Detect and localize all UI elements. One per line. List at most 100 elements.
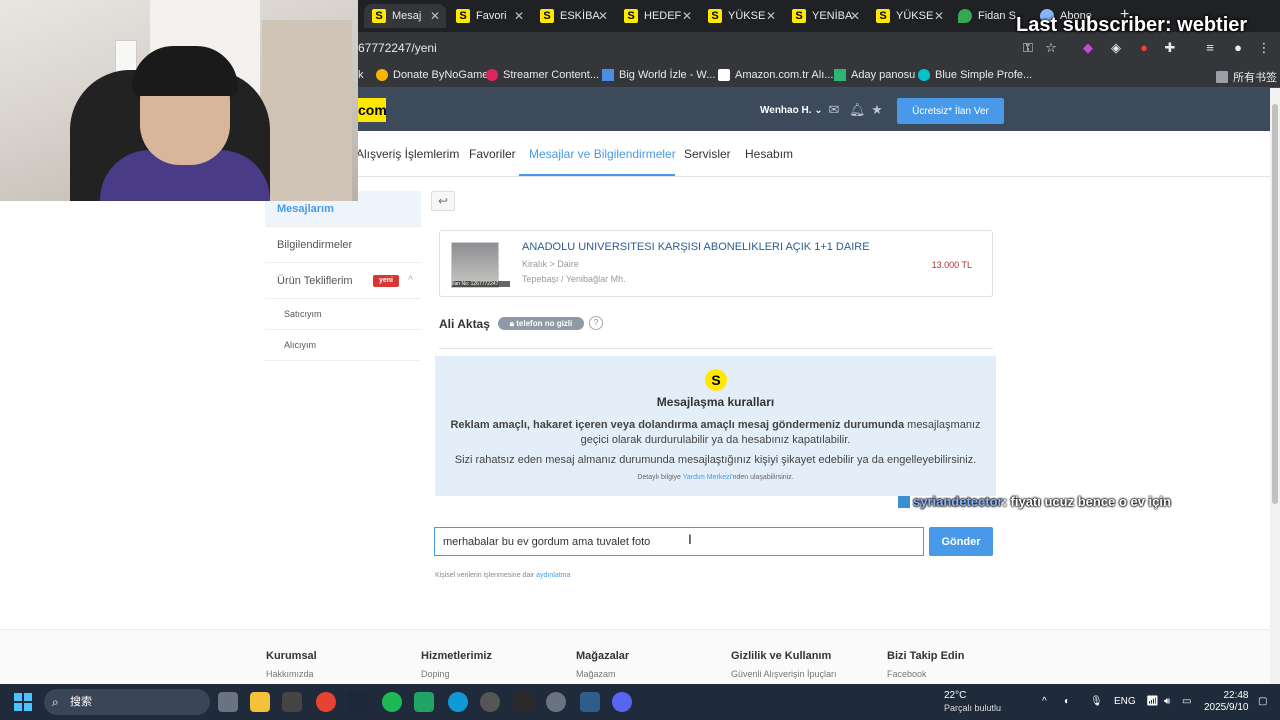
footer-link[interactable]: Facebook — [887, 669, 964, 679]
tab-listing[interactable]: S ESKİBA ✕ — [532, 4, 614, 28]
notification-icon[interactable]: ▢ — [1258, 696, 1267, 707]
listing-card[interactable]: İlan No: 1267772247 ANADOLU UNIVERSITESI… — [439, 230, 993, 297]
tab-listing[interactable]: S YENİBA ✕ — [784, 4, 866, 28]
footer-link[interactable]: Güvenli Alışverişin İpuçları — [731, 669, 837, 679]
nav-account[interactable]: Hesabım — [745, 147, 793, 161]
app-icon[interactable] — [580, 692, 600, 712]
language-indicator[interactable]: ENG — [1114, 696, 1136, 707]
bookmark-item[interactable]: k — [358, 69, 364, 81]
tab-favorites[interactable]: S Favori ✕ — [448, 4, 530, 28]
task-view-icon[interactable] — [218, 692, 238, 712]
close-icon[interactable]: ✕ — [598, 9, 608, 23]
discord-icon[interactable] — [612, 692, 632, 712]
windows-start-icon[interactable] — [14, 693, 32, 711]
chevron-up-icon[interactable]: ^ — [408, 263, 413, 299]
footer-link[interactable]: Doping — [421, 669, 492, 679]
nav-services[interactable]: Servisler — [684, 147, 731, 161]
rules-paragraph: Sizi rahatsız eden mesaj almanız durumun… — [454, 454, 977, 466]
bookmark-item[interactable]: Big World İzle - W... — [602, 69, 715, 81]
footer-link[interactable]: Mağazam — [576, 669, 629, 679]
close-icon[interactable]: ✕ — [514, 9, 524, 23]
message-input[interactable] — [434, 527, 924, 556]
chevron-up-icon[interactable]: ^ — [1042, 696, 1047, 707]
privacy-note: Kişisel verilerin işlenmesine dair aydın… — [435, 572, 571, 579]
tab-listing[interactable]: S YÜKSE ✕ — [700, 4, 782, 28]
bynogame-icon — [376, 69, 388, 81]
extension-icon[interactable]: ◆ — [1080, 40, 1096, 56]
tab-label: Fidan S — [978, 10, 1016, 22]
all-bookmarks[interactable]: 所有书签 — [1216, 69, 1277, 85]
settings-gear-icon[interactable] — [546, 692, 566, 712]
sidebar-subitem-buyer[interactable]: Alıcıyım — [265, 330, 421, 361]
bookmark-star-icon[interactable]: ☆ — [1043, 40, 1059, 56]
close-icon[interactable]: ✕ — [430, 9, 440, 23]
send-button[interactable]: Gönder — [929, 527, 993, 556]
site-logo[interactable]: com — [358, 98, 387, 122]
sidebar-subitem-seller[interactable]: Satıcıyım — [265, 299, 421, 330]
sahibinden-icon: S — [708, 9, 722, 23]
extension-icon[interactable]: ● — [1136, 40, 1152, 56]
bookmark-item[interactable]: Aday panosu — [834, 69, 915, 81]
weather-widget[interactable]: 22°C Parçalı bulutlu — [944, 690, 1001, 715]
app-icon[interactable] — [480, 692, 500, 712]
tab-listing[interactable]: S YÜKSE ✕ — [868, 4, 950, 28]
bell-icon[interactable]: 🔔︎ — [849, 103, 866, 117]
sidebar-item-notifications[interactable]: Bilgilendirmeler — [265, 227, 421, 263]
app-icon[interactable] — [282, 692, 302, 712]
listing-thumbnail[interactable]: İlan No: 1267772247 — [451, 242, 510, 288]
puzzle-icon[interactable]: ✚ — [1162, 40, 1178, 56]
nav-shopping[interactable]: Alışveriş İşlemlerim — [356, 147, 459, 161]
tab-messages[interactable]: S Mesaj ✕ — [364, 4, 446, 28]
battery-icon[interactable]: ▭ — [1182, 696, 1191, 707]
chrome-icon[interactable] — [316, 692, 336, 712]
microphone-icon[interactable]: 🎙︎ — [1090, 696, 1103, 707]
help-center-link[interactable]: Yardım Merkezi — [683, 474, 732, 481]
user-menu[interactable]: Wenhao H. ⌄ — [760, 105, 823, 116]
close-icon[interactable]: ✕ — [682, 9, 692, 23]
close-icon[interactable]: ✕ — [934, 9, 944, 23]
nav-favorites[interactable]: Favoriler — [469, 147, 516, 161]
bookmark-item[interactable]: Amazon.com.tr Alı... — [718, 69, 833, 81]
star-icon[interactable]: ★ — [870, 103, 884, 117]
scrollbar-thumb[interactable] — [1272, 104, 1278, 504]
sidebar-item-offers[interactable]: Ürün Tekliflerim yeni ^ — [265, 263, 421, 299]
menu-icon[interactable]: ⋮ — [1256, 40, 1272, 56]
steam-icon[interactable] — [348, 692, 368, 712]
listing-title[interactable]: ANADOLU UNIVERSITESI KARŞISI ABONELIKLER… — [522, 241, 870, 253]
close-icon[interactable]: ✕ — [766, 9, 776, 23]
password-key-icon[interactable]: ⚿ — [1020, 40, 1036, 56]
close-icon[interactable]: ✕ — [850, 9, 860, 23]
spreadsheet-icon[interactable] — [414, 692, 434, 712]
tab-label: HEDEF — [644, 10, 682, 22]
system-clock[interactable]: 22:48 2025/9/10 — [1204, 690, 1249, 714]
footer-column: Hizmetlerimiz Doping — [421, 650, 492, 679]
url-field[interactable]: 67772247/yeni — [358, 41, 437, 55]
epic-games-icon[interactable] — [514, 692, 534, 712]
back-arrow-icon[interactable]: ↩ — [431, 191, 455, 211]
chevron-down-icon: ⌄ — [814, 105, 823, 116]
bookmark-item[interactable]: Streamer Content... — [486, 69, 599, 81]
volume-icon[interactable]: 🔊︎ — [1164, 696, 1170, 707]
tray-app-icon[interactable]: ◐ — [1064, 696, 1070, 707]
privacy-link[interactable]: aydınlatma — [536, 572, 570, 579]
nav-messages[interactable]: Mesajlar ve Bilgilendirmeler — [529, 147, 676, 161]
extension-icon[interactable]: ◈ — [1108, 40, 1124, 56]
avatar[interactable]: ● — [1230, 40, 1246, 56]
edge-icon[interactable] — [448, 692, 468, 712]
media-icon[interactable]: ≡ — [1202, 40, 1218, 56]
help-icon[interactable]: ? — [589, 316, 603, 330]
chat-message: : fiyatı ucuz bence o ev için — [1002, 494, 1171, 509]
tab-listing[interactable]: S HEDEF ✕ — [616, 4, 698, 28]
post-ad-button[interactable]: Ücretsiz* İlan Ver — [897, 98, 1004, 124]
wifi-icon[interactable]: 📶︎ — [1146, 696, 1159, 707]
taskbar-search[interactable]: ⌕ 搜索 — [44, 689, 210, 715]
bookmark-item[interactable]: Blue Simple Profe... — [918, 69, 1032, 81]
sahibinden-icon: S — [456, 9, 470, 23]
play-icon — [602, 69, 614, 81]
footer-link[interactable]: Hakkımızda — [266, 669, 317, 679]
file-explorer-icon[interactable] — [250, 692, 270, 712]
spotify-icon[interactable] — [382, 692, 402, 712]
envelope-icon[interactable]: ✉ — [827, 103, 841, 117]
bookmark-item[interactable]: Donate ByNoGame — [376, 69, 488, 81]
amazon-icon — [718, 69, 730, 81]
